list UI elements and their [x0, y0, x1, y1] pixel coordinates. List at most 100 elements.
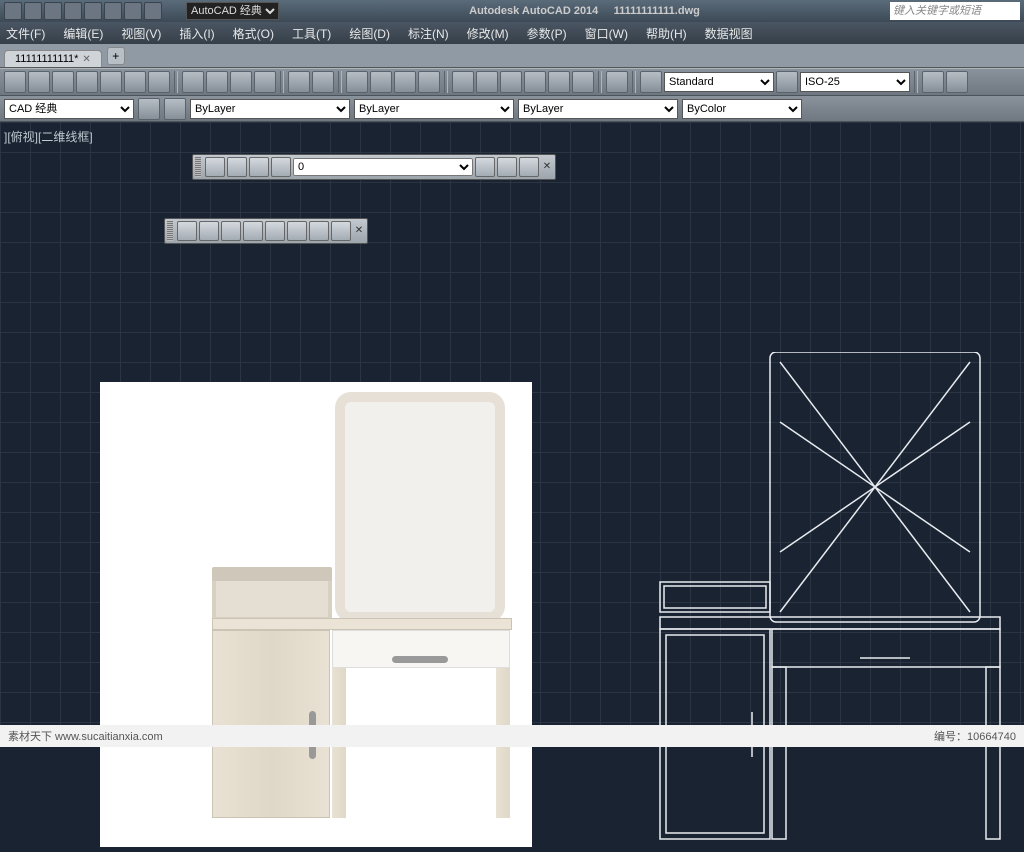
app-title: Autodesk AutoCAD 2014 11111111111.dwg	[279, 5, 890, 17]
tp-icon[interactable]	[500, 71, 522, 93]
pan-icon[interactable]	[346, 71, 368, 93]
match-icon[interactable]	[254, 71, 276, 93]
open-icon[interactable]	[28, 71, 50, 93]
zoom-win-icon[interactable]	[418, 71, 440, 93]
separator	[632, 71, 636, 93]
workspace-switcher[interactable]: AutoCAD 经典	[170, 2, 279, 20]
close-icon[interactable]: ✕	[353, 225, 365, 237]
vs-manage-icon[interactable]	[331, 221, 351, 241]
plotstyle-select[interactable]: ByColor	[682, 99, 802, 119]
vs-xray-icon[interactable]	[309, 221, 329, 241]
mleader-icon[interactable]	[946, 71, 968, 93]
menu-file[interactable]: 文件(F)	[6, 25, 45, 42]
qat-save-icon[interactable]	[64, 2, 82, 20]
qat-plot-icon[interactable]	[104, 2, 122, 20]
standard-toolbar: Standard ISO-25	[0, 68, 1024, 96]
menu-help[interactable]: 帮助(H)	[646, 25, 687, 42]
qat-open-icon[interactable]	[44, 2, 62, 20]
cut-icon[interactable]	[182, 71, 204, 93]
menu-edit[interactable]: 编辑(E)	[63, 25, 103, 42]
menu-view[interactable]: 视图(V)	[121, 25, 161, 42]
photo-desk	[212, 618, 512, 818]
drawing-canvas[interactable]: ][俯视][二维线框] 0 ✕ ✕	[0, 122, 1024, 747]
new-tab-button[interactable]: +	[107, 47, 125, 65]
menu-parametric[interactable]: 参数(P)	[527, 25, 567, 42]
reference-photo	[100, 382, 532, 847]
help-icon[interactable]	[606, 71, 628, 93]
layer-iso-icon[interactable]	[475, 157, 495, 177]
view-label[interactable]: ][俯视][二维线框]	[4, 128, 93, 145]
dimstyle-icon[interactable]	[776, 71, 798, 93]
gear-icon[interactable]	[138, 98, 160, 120]
layer-lock-icon[interactable]	[271, 157, 291, 177]
qat-redo-icon[interactable]	[144, 2, 162, 20]
new-icon[interactable]	[4, 71, 26, 93]
layer-on-icon[interactable]	[227, 157, 247, 177]
menu-draw[interactable]: 绘图(D)	[349, 25, 390, 42]
photo-mirror	[335, 392, 505, 622]
layer-state-icon[interactable]	[519, 157, 539, 177]
settings-icon[interactable]	[164, 98, 186, 120]
cad-drawing	[640, 352, 1020, 852]
vs-2d-icon[interactable]	[177, 221, 197, 241]
plot-icon[interactable]	[148, 71, 170, 93]
save-icon[interactable]	[52, 71, 74, 93]
lineweight-select[interactable]: ByLayer	[518, 99, 678, 119]
publish-icon[interactable]	[124, 71, 146, 93]
qat-saveas-icon[interactable]	[84, 2, 102, 20]
menu-insert[interactable]: 插入(I)	[179, 25, 214, 42]
dc-icon[interactable]	[476, 71, 498, 93]
textstyle-icon[interactable]	[640, 71, 662, 93]
calc-icon[interactable]	[572, 71, 594, 93]
menu-dimension[interactable]: 标注(N)	[408, 25, 449, 42]
drag-handle-icon[interactable]	[195, 157, 201, 177]
search-input[interactable]: 键入关键字或短语	[890, 2, 1020, 20]
layer-freeze-icon[interactable]	[249, 157, 269, 177]
vs-shaded-icon[interactable]	[287, 221, 307, 241]
tablestyle-icon[interactable]	[922, 71, 944, 93]
preview-icon[interactable]	[100, 71, 122, 93]
qat-new-icon[interactable]	[24, 2, 42, 20]
app-name: Autodesk AutoCAD 2014	[469, 5, 598, 17]
ssm-icon[interactable]	[524, 71, 546, 93]
tab-document[interactable]: 11111111111* ✕	[4, 50, 102, 67]
linetype-select[interactable]: ByLayer	[354, 99, 514, 119]
menu-tools[interactable]: 工具(T)	[292, 25, 331, 42]
separator	[598, 71, 602, 93]
photo-shelf-top	[212, 567, 332, 581]
paste-icon[interactable]	[230, 71, 252, 93]
color-select[interactable]: ByLayer	[190, 99, 350, 119]
workspace-select-2[interactable]: CAD 经典	[4, 99, 134, 119]
undo-icon[interactable]	[288, 71, 310, 93]
menu-dataview[interactable]: 数据视图	[705, 25, 753, 42]
site-label: 素材天下 www.sucaitianxia.com	[8, 728, 163, 744]
workspace-select[interactable]: AutoCAD 经典	[186, 2, 279, 20]
drag-handle-icon[interactable]	[167, 221, 173, 241]
vs-realistic-icon[interactable]	[243, 221, 263, 241]
vs-hidden-icon[interactable]	[221, 221, 241, 241]
layer-prev-icon[interactable]	[497, 157, 517, 177]
print-icon[interactable]	[76, 71, 98, 93]
vs-wire-icon[interactable]	[199, 221, 219, 241]
copy-icon[interactable]	[206, 71, 228, 93]
props-icon[interactable]	[452, 71, 474, 93]
qat-app-icon[interactable]	[4, 2, 22, 20]
redo-icon[interactable]	[312, 71, 334, 93]
close-icon[interactable]: ✕	[82, 54, 90, 65]
dimstyle-select[interactable]: ISO-25	[800, 72, 910, 92]
close-icon[interactable]: ✕	[541, 161, 553, 173]
visual-styles-toolbar[interactable]: ✕	[164, 218, 368, 244]
layer-select[interactable]: 0	[293, 158, 473, 176]
layer-props-icon[interactable]	[205, 157, 225, 177]
textstyle-select[interactable]: Standard	[664, 72, 774, 92]
layers-toolbar[interactable]: 0 ✕	[192, 154, 556, 180]
vs-conceptual-icon[interactable]	[265, 221, 285, 241]
zoom-icon[interactable]	[370, 71, 392, 93]
menu-modify[interactable]: 修改(M)	[467, 25, 509, 42]
watermark-footer: 素材天下 www.sucaitianxia.com 编号：10664740	[0, 725, 1024, 747]
markup-icon[interactable]	[548, 71, 570, 93]
qat-undo-icon[interactable]	[124, 2, 142, 20]
menu-window[interactable]: 窗口(W)	[585, 25, 628, 42]
menu-format[interactable]: 格式(O)	[233, 25, 274, 42]
zoom-prev-icon[interactable]	[394, 71, 416, 93]
